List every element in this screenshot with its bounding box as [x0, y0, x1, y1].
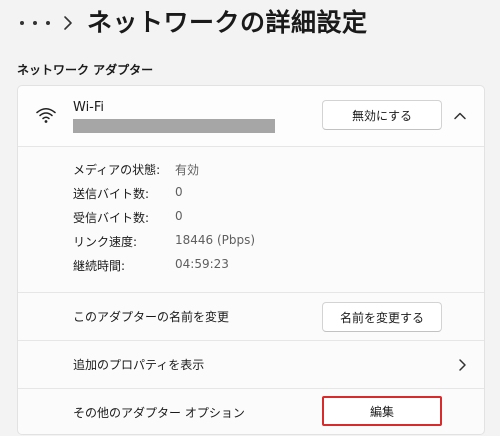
rename-adapter-label: このアダプターの名前を変更	[73, 310, 230, 324]
detail-key: メディアの状態:	[73, 163, 161, 177]
more-horizontal-icon[interactable]	[20, 12, 50, 34]
page-title: ネットワークの詳細設定	[87, 8, 368, 37]
wifi-icon	[35, 106, 57, 124]
adapter-details: メディアの状態: 有効 送信バイト数: 0 受信バイト数: 0 リンク速度: 1…	[18, 147, 484, 293]
chevron-right-icon[interactable]	[452, 355, 472, 375]
section-label: ネットワーク アダプター	[17, 63, 154, 77]
detail-key: 受信バイト数:	[73, 211, 150, 225]
detail-value: 04:59:23	[175, 257, 229, 271]
dot	[46, 21, 50, 25]
view-properties-label: 追加のプロパティを表示	[73, 358, 205, 372]
adapter-options-label: その他のアダプター オプション	[73, 406, 245, 420]
detail-key: 送信バイト数:	[73, 187, 150, 201]
adapter-panel: Wi-Fi 無効にする メディアの状態: 有効 送信バイト数: 0 受信バイト数…	[17, 85, 485, 435]
detail-value: 18446 (Pbps)	[175, 233, 256, 247]
dot	[20, 21, 24, 25]
header: ネットワークの詳細設定	[0, 0, 500, 50]
adapter-name: Wi-Fi	[73, 100, 105, 115]
disable-button[interactable]: 無効にする	[322, 100, 442, 130]
rename-adapter-row: このアダプターの名前を変更 名前を変更する	[18, 293, 484, 341]
detail-key: 継続時間:	[73, 259, 126, 273]
rename-button[interactable]: 名前を変更する	[322, 302, 442, 332]
view-properties-row[interactable]: 追加のプロパティを表示	[18, 341, 484, 389]
adapter-header-row[interactable]: Wi-Fi 無効にする	[18, 86, 484, 147]
edit-button[interactable]: 編集	[322, 396, 442, 426]
detail-value: 0	[175, 209, 183, 223]
chevron-up-icon[interactable]	[450, 106, 470, 126]
detail-value: 有効	[175, 163, 200, 177]
detail-value: 0	[175, 185, 183, 199]
dot	[33, 21, 37, 25]
detail-key: リンク速度:	[73, 235, 138, 249]
chevron-right-icon	[62, 13, 74, 33]
adapter-description-redacted	[73, 119, 275, 133]
adapter-options-row: その他のアダプター オプション 編集	[18, 389, 484, 436]
